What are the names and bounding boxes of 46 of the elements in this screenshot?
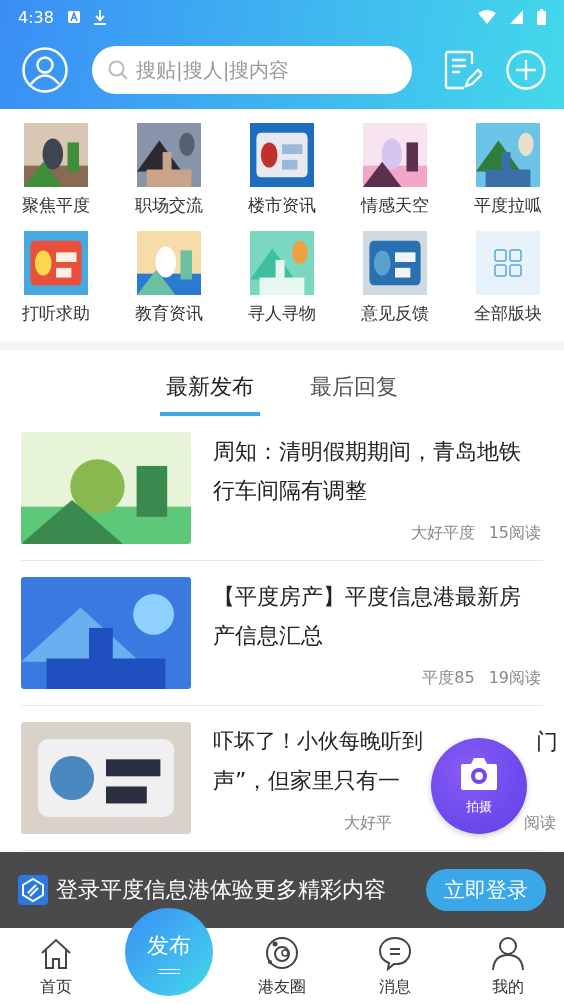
article-author: 大好平度	[410, 523, 475, 544]
grid-icon	[475, 231, 540, 295]
category-label[interactable]: 全部版块	[473, 302, 542, 325]
banner-text: 登录平度信息港体验更多精彩内容	[56, 876, 387, 904]
read-count: 15阅读	[488, 523, 541, 544]
article-author: 大好平	[344, 813, 392, 834]
nav-item[interactable]: 消息	[338, 928, 452, 1004]
profile-icon	[489, 935, 526, 971]
category-label[interactable]: 职场交流	[135, 194, 204, 217]
article-title[interactable]: 门	[536, 722, 558, 761]
category-label[interactable]: 情感天空	[360, 194, 429, 217]
camera-button[interactable]: 拍摄	[431, 738, 527, 834]
read-count: 阅读	[524, 813, 556, 834]
article-title[interactable]: 周知：清明假期期间，青岛地铁行车间隔有调整	[213, 432, 543, 510]
read-count: 19阅读	[488, 668, 541, 689]
feed-tab[interactable]: 最后回复	[304, 372, 404, 416]
article-author: 平度85	[422, 668, 475, 689]
article-title[interactable]: 吓坏了！小伙每晚听到	[213, 722, 423, 761]
category-label[interactable]: 寻人寻物	[248, 302, 316, 325]
edit-note-icon[interactable]	[444, 49, 482, 90]
download-icon	[93, 9, 106, 25]
category-label[interactable]: 平度拉呱	[473, 194, 542, 217]
category-label[interactable]: 楼市资讯	[248, 194, 316, 217]
article-title[interactable]: 【平度房产】平度信息港最新房产信息汇总	[213, 577, 543, 655]
article-title[interactable]: 声”，但家里只有一	[213, 761, 401, 800]
orbit-icon	[264, 935, 300, 971]
battery-icon	[537, 9, 546, 25]
clock-time: 4:38	[18, 7, 54, 27]
camera-icon	[459, 756, 499, 792]
add-icon[interactable]	[506, 49, 546, 90]
feed-tab[interactable]: 最新发布	[160, 372, 260, 416]
category-label[interactable]: 聚焦平度	[22, 194, 91, 217]
nav-item[interactable]: 港友圈	[225, 928, 339, 1004]
nav-item[interactable]: 我的	[451, 928, 564, 1004]
nav-item[interactable]: 首页	[0, 928, 113, 1004]
avatar-icon[interactable]	[22, 46, 68, 93]
category-label[interactable]: 打听求助	[22, 302, 91, 325]
wifi-icon	[478, 10, 496, 24]
notification-icon	[67, 11, 80, 23]
category-label[interactable]: 意见反馈	[360, 302, 429, 325]
category-label[interactable]: 教育资讯	[135, 302, 204, 325]
search-field[interactable]: 搜贴|搜人|搜内容	[92, 45, 412, 94]
message-icon	[376, 935, 413, 971]
signal-icon	[510, 10, 523, 24]
search-icon	[108, 59, 128, 80]
logo-icon	[18, 875, 48, 905]
